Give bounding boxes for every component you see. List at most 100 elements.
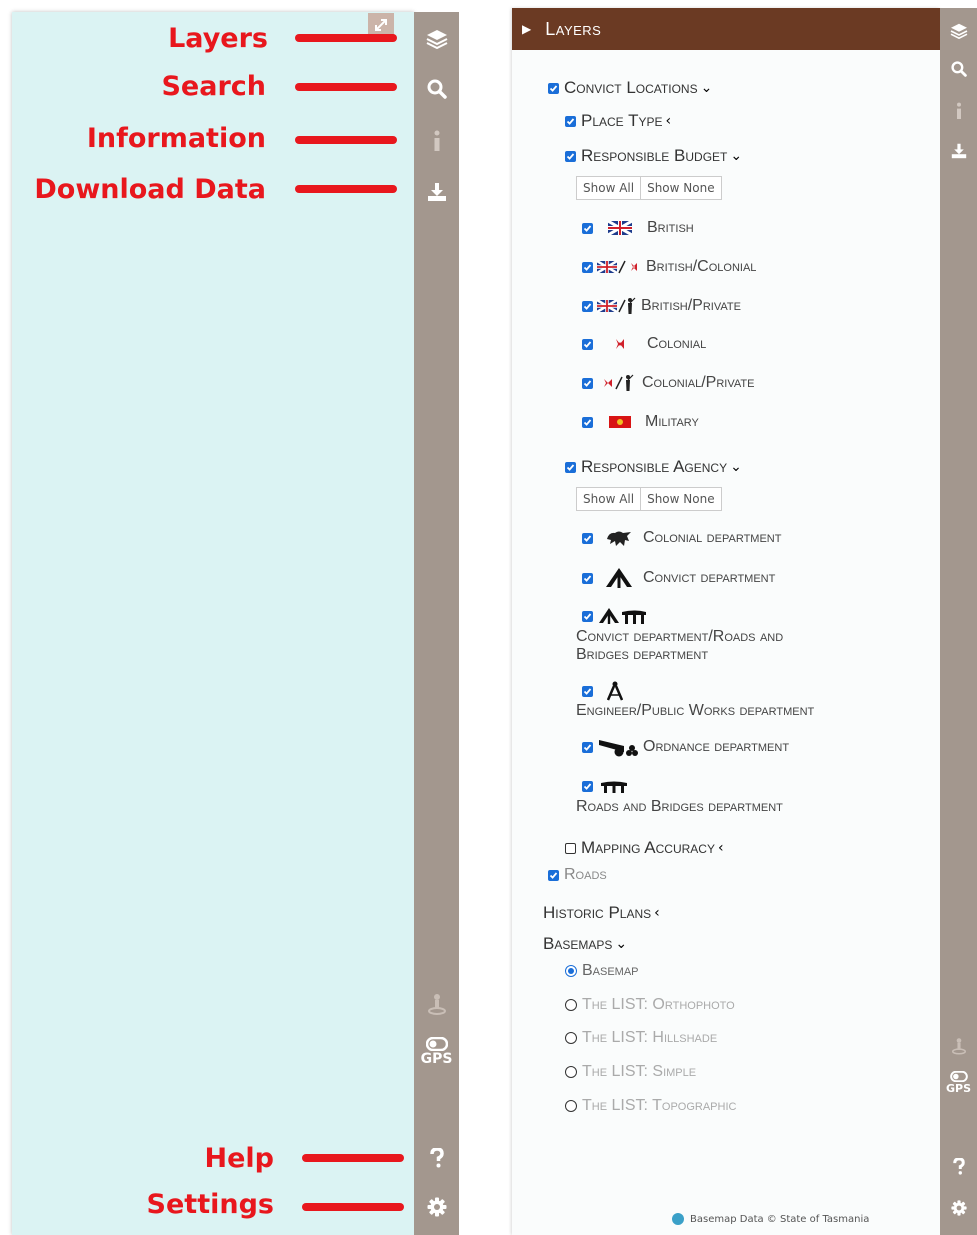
- checkbox[interactable]: [582, 685, 593, 697]
- budget-item-colonial[interactable]: Colonial: [582, 335, 706, 353]
- checkbox-responsible-agency[interactable]: [565, 461, 576, 473]
- label: British/Colonial: [646, 258, 757, 275]
- help-button[interactable]: [414, 1144, 459, 1172]
- checkbox[interactable]: [582, 741, 593, 753]
- gps-button[interactable]: GPS: [940, 1066, 977, 1100]
- radio-orthophoto[interactable]: [565, 999, 577, 1011]
- agency-item-convict-department[interactable]: Convict department: [582, 567, 775, 589]
- layer-convict-locations[interactable]: Convict Locations ⌄: [548, 78, 712, 98]
- checkbox-responsible-budget[interactable]: [565, 150, 576, 162]
- annotation-settings: Settings: [146, 1188, 274, 1220]
- budget-toggle-group: Show All Show None: [576, 176, 722, 200]
- cannon-icon: [599, 740, 638, 757]
- radio-simple[interactable]: [565, 1066, 577, 1078]
- checkbox[interactable]: [582, 416, 593, 428]
- checkbox[interactable]: [582, 261, 593, 273]
- agency-item-roads-bridges-label: Roads and Bridges department: [576, 798, 783, 816]
- basemap-option-simple[interactable]: The LIST: Simple: [565, 1063, 696, 1081]
- basemap-option-hillshade[interactable]: The LIST: Hillshade: [565, 1029, 717, 1047]
- union-flag-icon: [608, 221, 632, 235]
- budget-item-colonial-private[interactable]: Colonial/Private: [582, 374, 754, 392]
- help-icon: [952, 1157, 965, 1175]
- colonial-emblem-icon: [616, 339, 624, 349]
- show-none-button[interactable]: Show None: [640, 177, 721, 199]
- location-button[interactable]: [414, 990, 459, 1018]
- agency-item-engineer-icon[interactable]: [582, 681, 623, 701]
- broad-arrow-bridge-icon: [599, 608, 646, 624]
- layer-responsible-budget[interactable]: Responsible Budget ⌄: [565, 146, 742, 166]
- label: British: [647, 219, 694, 236]
- checkbox[interactable]: [582, 222, 593, 234]
- search-button[interactable]: [940, 56, 977, 82]
- help-button[interactable]: [940, 1154, 977, 1178]
- layers-button[interactable]: [940, 18, 977, 44]
- checkbox-convict-locations[interactable]: [548, 82, 559, 94]
- information-button[interactable]: [414, 126, 459, 156]
- annotation-help: Help: [204, 1142, 275, 1174]
- budget-item-british-private[interactable]: British/Private: [582, 297, 741, 315]
- label: Engineer/Public Works department: [576, 702, 815, 719]
- chevron-left-icon: ‹: [717, 840, 724, 856]
- budget-item-british-colonial[interactable]: British/Colonial: [582, 258, 756, 276]
- layer-place-type[interactable]: Place Type ‹: [565, 111, 671, 131]
- download-button[interactable]: [414, 177, 459, 207]
- basemap-option-orthophoto[interactable]: The LIST: Orthophoto: [565, 996, 735, 1014]
- information-button[interactable]: [940, 98, 977, 124]
- download-button[interactable]: [940, 138, 977, 164]
- layer-responsible-agency[interactable]: Responsible Agency ⌄: [565, 457, 742, 477]
- checkbox[interactable]: [582, 338, 593, 350]
- layers-panel-header[interactable]: ▶ Layers: [512, 8, 940, 50]
- gps-button[interactable]: GPS: [414, 1032, 459, 1072]
- settings-button[interactable]: [940, 1196, 977, 1220]
- agency-item-colonial-department[interactable]: Colonial department: [582, 529, 781, 547]
- agency-item-convict-roads-label: Convict department/Roads and Bridges dep…: [576, 628, 783, 664]
- group-basemaps[interactable]: Basemaps ⌄: [543, 934, 627, 954]
- show-all-button[interactable]: Show All: [577, 488, 640, 510]
- checkbox-place-type[interactable]: [565, 115, 576, 127]
- show-none-button[interactable]: Show None: [640, 488, 721, 510]
- layers-icon: [426, 30, 447, 49]
- annotation-pointer-search: [295, 83, 397, 91]
- expand-icon: [375, 19, 387, 31]
- show-all-button[interactable]: Show All: [577, 177, 640, 199]
- checkbox[interactable]: [582, 780, 593, 792]
- panel-title: Layers: [545, 18, 602, 39]
- agency-item-convict-roads-icons[interactable]: [582, 607, 648, 625]
- location-icon: [427, 994, 446, 1015]
- radio-basemap[interactable]: [565, 965, 577, 977]
- checkbox-roads[interactable]: [548, 869, 559, 881]
- agency-item-roads-bridges-icon[interactable]: [582, 779, 629, 793]
- search-button[interactable]: [414, 74, 459, 104]
- label: The LIST: Orthophoto: [582, 996, 735, 1013]
- checkbox[interactable]: [582, 572, 593, 584]
- download-icon: [427, 183, 446, 201]
- checkbox[interactable]: [582, 532, 593, 544]
- layer-mapping-accuracy[interactable]: Mapping Accuracy ‹: [565, 838, 724, 858]
- group-historic-plans[interactable]: Historic Plans ‹: [543, 903, 660, 923]
- label-mapping-accuracy: Mapping Accuracy: [581, 838, 715, 857]
- label: Ordnance department: [643, 738, 790, 755]
- basemap-option-basemap[interactable]: Basemap: [565, 962, 639, 980]
- location-icon: [951, 1038, 966, 1055]
- layers-button[interactable]: [414, 24, 459, 54]
- checkbox[interactable]: [582, 300, 593, 312]
- budget-item-british[interactable]: British: [582, 219, 694, 237]
- basemap-option-topographic[interactable]: The LIST: Topographic: [565, 1097, 736, 1115]
- radio-hillshade[interactable]: [565, 1032, 577, 1044]
- chevron-down-icon: ⌄: [700, 80, 713, 96]
- attribution: Basemap Data © State of Tasmania: [672, 1213, 869, 1225]
- gps-label: GPS: [420, 1051, 453, 1067]
- checkbox[interactable]: [582, 610, 593, 622]
- layer-roads[interactable]: Roads: [548, 866, 607, 884]
- budget-item-military[interactable]: Military: [582, 413, 699, 431]
- checkbox[interactable]: [582, 377, 593, 389]
- label: Basemap: [582, 962, 639, 979]
- radio-topographic[interactable]: [565, 1100, 577, 1112]
- checkbox-mapping-accuracy[interactable]: [565, 842, 576, 854]
- military-flag-icon: [609, 416, 631, 428]
- settings-button[interactable]: [414, 1193, 459, 1221]
- agency-item-ordnance-department[interactable]: Ordnance department: [582, 737, 789, 757]
- location-button[interactable]: [940, 1034, 977, 1058]
- help-icon: [429, 1148, 444, 1168]
- label-basemaps: Basemaps: [543, 934, 613, 953]
